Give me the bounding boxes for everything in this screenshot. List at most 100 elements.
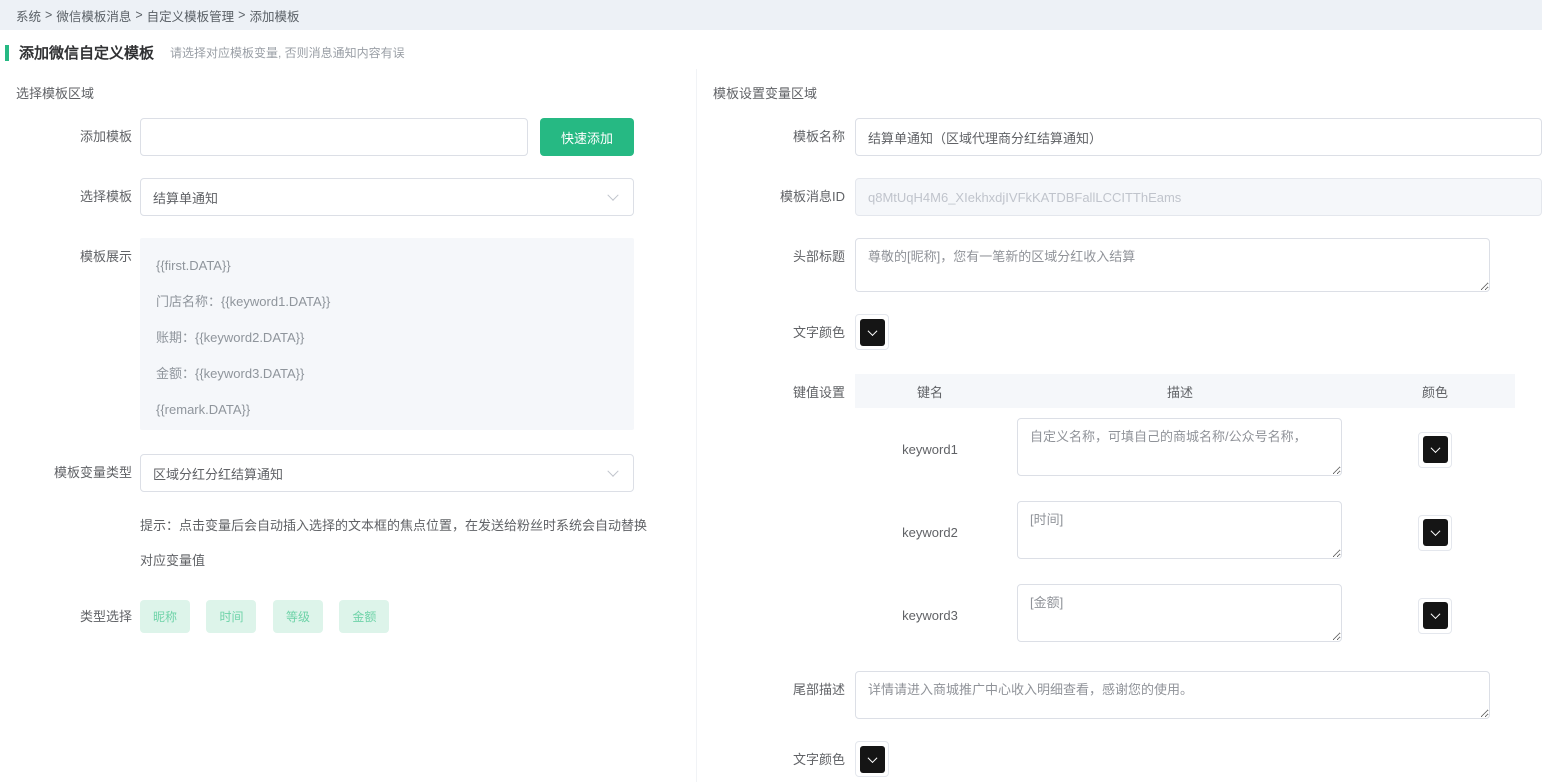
kv-header-key: 键名 bbox=[855, 382, 1005, 401]
text-color-top-row: 文字颜色 bbox=[697, 314, 1542, 352]
preview-line-remark: {{remark.DATA}} bbox=[156, 392, 618, 428]
variable-type-row: 模板变量类型 区域分红分红结算通知 bbox=[0, 454, 696, 492]
page-hint: 请选择对应模板变量, 否则消息通知内容有误 bbox=[170, 44, 405, 61]
template-id-input bbox=[855, 178, 1542, 216]
template-name-row: 模板名称 bbox=[697, 118, 1542, 156]
variable-tip: 提示：点击变量后会自动插入选择的文本框的焦点位置，在发送给粉丝时系统会自动替换 … bbox=[140, 508, 660, 578]
color-swatch-black bbox=[860, 319, 885, 346]
kv-row-keyword1: keyword1 自定义名称，可填自己的商城名称/公众号名称， bbox=[855, 408, 1515, 491]
header-title-textarea[interactable]: 尊敬的[昵称]，您有一笔新的区域分红收入结算 bbox=[855, 238, 1490, 292]
select-template-dropdown[interactable]: 结算单通知 bbox=[140, 178, 634, 216]
kv-desc-cell: [时间] bbox=[1005, 501, 1355, 564]
template-id-row: 模板消息ID bbox=[697, 178, 1542, 216]
kv-color-picker-keyword3[interactable] bbox=[1418, 598, 1452, 634]
breadcrumb-item-system[interactable]: 系统 bbox=[16, 6, 41, 25]
quick-add-button[interactable]: 快速添加 bbox=[540, 118, 634, 156]
preview-line-keyword2: 账期：{{keyword2.DATA}} bbox=[156, 320, 618, 356]
kv-desc-textarea-keyword1[interactable]: 自定义名称，可填自己的商城名称/公众号名称， bbox=[1017, 418, 1342, 476]
chevron-down-icon bbox=[1430, 609, 1440, 619]
text-color-top-label: 文字颜色 bbox=[697, 314, 845, 352]
page-title: 添加微信自定义模板 bbox=[19, 42, 154, 63]
kv-desc-textarea-keyword3[interactable]: [金额] bbox=[1017, 584, 1342, 642]
color-swatch-black bbox=[860, 746, 885, 773]
kv-color-picker-keyword1[interactable] bbox=[1418, 432, 1452, 468]
add-template-label: 添加模板 bbox=[0, 118, 132, 156]
footer-desc-label: 尾部描述 bbox=[697, 671, 845, 709]
select-template-value: 结算单通知 bbox=[141, 188, 230, 207]
kv-row-keyword2: keyword2 [时间] bbox=[855, 491, 1515, 574]
select-template-row: 选择模板 结算单通知 bbox=[0, 178, 696, 216]
variable-tip-line1: 提示：点击变量后会自动插入选择的文本框的焦点位置，在发送给粉丝时系统会自动替换 bbox=[140, 508, 660, 543]
content-columns: 选择模板区域 添加模板 快速添加 选择模板 结算单通知 模板展示 {{first… bbox=[0, 69, 1542, 782]
text-color-bottom-row: 文字颜色 bbox=[697, 741, 1542, 779]
chevron-down-icon bbox=[1430, 443, 1440, 453]
select-template-label: 选择模板 bbox=[0, 178, 132, 216]
kv-header-desc: 描述 bbox=[1005, 382, 1355, 401]
color-swatch-black bbox=[1423, 436, 1448, 463]
breadcrumb-separator: > bbox=[45, 8, 52, 22]
template-name-label: 模板名称 bbox=[697, 118, 845, 156]
tag-nickname[interactable]: 昵称 bbox=[140, 600, 190, 633]
chevron-down-icon bbox=[607, 190, 618, 201]
kv-color-cell bbox=[1355, 515, 1515, 551]
kv-key-label: keyword1 bbox=[855, 442, 1005, 457]
breadcrumb-separator: > bbox=[135, 8, 142, 22]
accent-bar bbox=[5, 45, 9, 61]
template-preview-row: 模板展示 {{first.DATA}} 门店名称：{{keyword1.DATA… bbox=[0, 238, 696, 430]
template-preview-box: {{first.DATA}} 门店名称：{{keyword1.DATA}} 账期… bbox=[140, 238, 634, 430]
color-swatch-black bbox=[1423, 519, 1448, 546]
kv-header-color: 颜色 bbox=[1355, 382, 1515, 401]
chevron-down-icon bbox=[867, 326, 877, 336]
kv-key-label: keyword2 bbox=[855, 525, 1005, 540]
variable-type-label: 模板变量类型 bbox=[0, 454, 132, 492]
breadcrumb-item-wechat-template-msg[interactable]: 微信模板消息 bbox=[56, 6, 131, 25]
page-header: 添加微信自定义模板 请选择对应模板变量, 否则消息通知内容有误 bbox=[0, 42, 1542, 63]
add-template-row: 添加模板 快速添加 bbox=[0, 118, 696, 156]
text-color-bottom-picker[interactable] bbox=[855, 741, 889, 777]
breadcrumb-item-add-template: 添加模板 bbox=[249, 6, 299, 25]
header-title-row: 头部标题 尊敬的[昵称]，您有一笔新的区域分红收入结算 bbox=[697, 238, 1542, 292]
preview-line-keyword1: 门店名称：{{keyword1.DATA}} bbox=[156, 284, 618, 320]
kv-settings-row: 键值设置 键名 描述 颜色 keyword1 自定义名称，可填自己的商城名称/公… bbox=[697, 374, 1542, 657]
template-id-label: 模板消息ID bbox=[697, 178, 845, 216]
type-select-row: 类型选择 昵称 时间 等级 金额 bbox=[0, 600, 696, 633]
kv-desc-cell: [金额] bbox=[1005, 584, 1355, 647]
breadcrumb: 系统 > 微信模板消息 > 自定义模板管理 > 添加模板 bbox=[0, 0, 1542, 30]
tag-level[interactable]: 等级 bbox=[273, 600, 323, 633]
add-template-input[interactable] bbox=[140, 118, 528, 156]
template-preview-label: 模板展示 bbox=[0, 238, 132, 276]
kv-key-label: keyword3 bbox=[855, 608, 1005, 623]
kv-color-picker-keyword2[interactable] bbox=[1418, 515, 1452, 551]
right-section-title: 模板设置变量区域 bbox=[697, 69, 1542, 102]
preview-line-keyword3: 金额：{{keyword3.DATA}} bbox=[156, 356, 618, 392]
color-swatch-black bbox=[1423, 602, 1448, 629]
footer-desc-row: 尾部描述 详情请进入商城推广中心收入明细查看，感谢您的使用。 bbox=[697, 671, 1542, 719]
tag-time[interactable]: 时间 bbox=[206, 600, 256, 633]
left-section-title: 选择模板区域 bbox=[0, 69, 696, 102]
kv-settings-label: 键值设置 bbox=[697, 374, 845, 412]
select-template-panel: 选择模板区域 添加模板 快速添加 选择模板 结算单通知 模板展示 {{first… bbox=[0, 69, 697, 782]
tag-amount[interactable]: 金额 bbox=[339, 600, 389, 633]
chevron-down-icon bbox=[867, 753, 877, 763]
kv-color-cell bbox=[1355, 598, 1515, 634]
variable-type-value: 区域分红分红结算通知 bbox=[141, 464, 295, 483]
header-title-label: 头部标题 bbox=[697, 238, 845, 276]
chevron-down-icon bbox=[607, 466, 618, 477]
type-select-label: 类型选择 bbox=[0, 602, 132, 632]
type-tags: 昵称 时间 等级 金额 bbox=[140, 600, 401, 633]
kv-row-keyword3: keyword3 [金额] bbox=[855, 574, 1515, 657]
template-name-input[interactable] bbox=[855, 118, 1542, 156]
kv-color-cell bbox=[1355, 432, 1515, 468]
variable-tip-line2: 对应变量值 bbox=[140, 543, 660, 578]
breadcrumb-item-custom-template-mgmt[interactable]: 自定义模板管理 bbox=[147, 6, 235, 25]
variable-type-dropdown[interactable]: 区域分红分红结算通知 bbox=[140, 454, 634, 492]
text-color-top-picker[interactable] bbox=[855, 314, 889, 350]
chevron-down-icon bbox=[1430, 526, 1440, 536]
text-color-bottom-label: 文字颜色 bbox=[697, 741, 845, 779]
kv-table-header: 键名 描述 颜色 bbox=[855, 374, 1515, 408]
template-variable-panel: 模板设置变量区域 模板名称 模板消息ID 头部标题 尊敬的[昵称]，您有一笔新的… bbox=[697, 69, 1542, 782]
breadcrumb-separator: > bbox=[238, 8, 245, 22]
kv-desc-textarea-keyword2[interactable]: [时间] bbox=[1017, 501, 1342, 559]
footer-desc-textarea[interactable]: 详情请进入商城推广中心收入明细查看，感谢您的使用。 bbox=[855, 671, 1490, 719]
preview-line-first: {{first.DATA}} bbox=[156, 248, 618, 284]
